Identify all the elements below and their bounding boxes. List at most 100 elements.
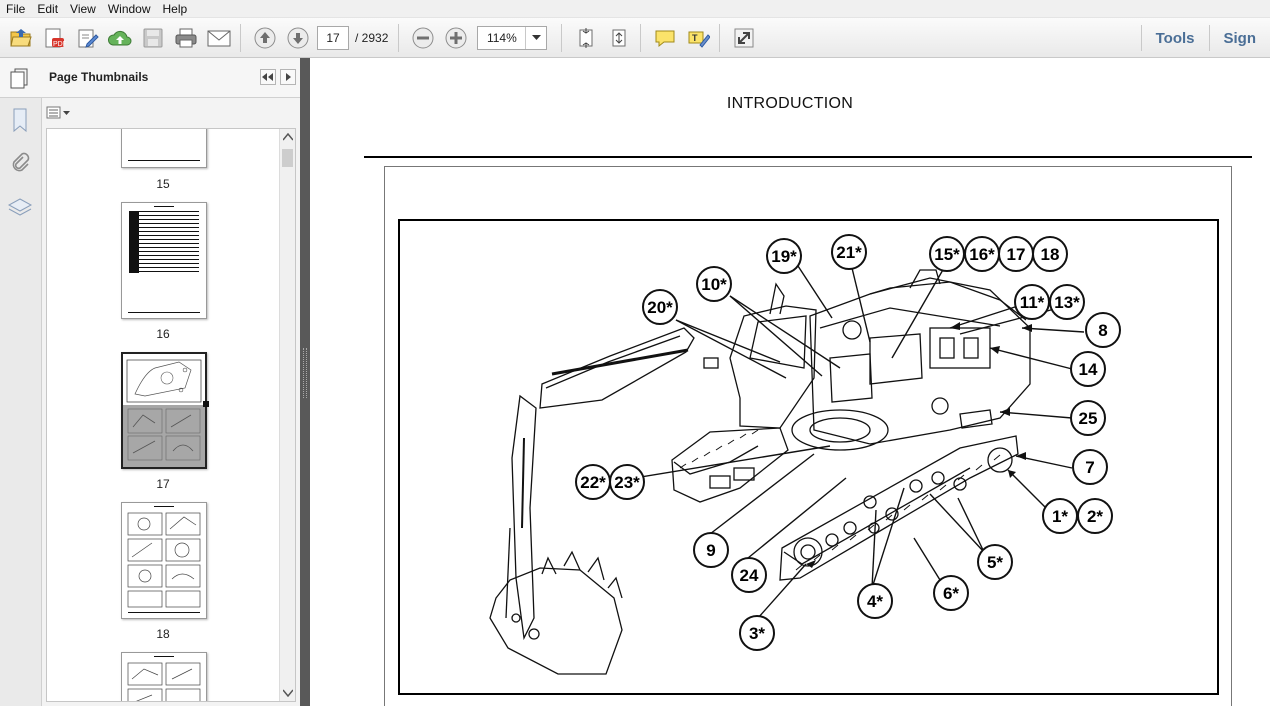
create-pdf-button[interactable]: PDF xyxy=(39,23,69,53)
thumbnail-page-label: 15 xyxy=(156,177,170,191)
bookmark-icon xyxy=(13,108,27,133)
arrow-up-circle-icon xyxy=(254,27,276,48)
svg-text:PDF: PDF xyxy=(53,41,66,48)
callout-label: 14 xyxy=(1079,360,1098,379)
thumbnails-panel: Page Thumbnails 15 16 17 18 xyxy=(0,58,300,706)
excavator-drawing xyxy=(489,269,1031,675)
menu-view[interactable]: View xyxy=(64,0,102,18)
open-file-button[interactable] xyxy=(6,23,36,53)
callout-label: 1* xyxy=(1052,507,1068,526)
fit-page-icon xyxy=(579,27,593,48)
thumbnail-options-button[interactable] xyxy=(46,104,74,122)
navigation-pane-strip xyxy=(0,58,42,706)
tools-link[interactable]: Tools xyxy=(1142,30,1209,47)
zoom-in-button[interactable] xyxy=(441,23,471,53)
minus-circle-icon xyxy=(412,27,434,48)
thumbnail-page[interactable] xyxy=(121,652,207,701)
callout-label: 6* xyxy=(943,584,959,603)
email-button[interactable] xyxy=(204,23,234,53)
callout-label: 10* xyxy=(701,275,727,294)
save-disk-icon xyxy=(143,28,163,47)
page-number-input[interactable]: 17 xyxy=(317,25,349,50)
menu-window[interactable]: Window xyxy=(102,0,157,18)
save-button[interactable] xyxy=(138,23,168,53)
attachments-tab[interactable] xyxy=(6,150,34,178)
callout-label: 2* xyxy=(1087,507,1103,526)
callout-14: 14 xyxy=(1070,351,1106,387)
zoom-out-button[interactable] xyxy=(408,23,438,53)
menu-bar: File Edit View Window Help xyxy=(0,0,1270,18)
thumbnail-list[interactable]: 15 16 17 18 xyxy=(46,128,296,702)
callout-19: 19* xyxy=(766,238,802,274)
edit-pdf-button[interactable] xyxy=(72,23,102,53)
thumbnail-scrollbar[interactable] xyxy=(279,129,295,701)
panel-splitter[interactable] xyxy=(300,58,310,706)
callout-label: 21* xyxy=(836,243,862,262)
scroll-down-icon[interactable] xyxy=(283,689,293,697)
menu-file[interactable]: File xyxy=(0,0,31,18)
panel-menu-button[interactable] xyxy=(280,69,296,85)
callout-label: 24 xyxy=(740,566,759,585)
thumbnail-page[interactable] xyxy=(121,502,207,619)
callout-16: 16* xyxy=(964,236,1000,272)
cloud-upload-button[interactable] xyxy=(105,23,135,53)
callout-13: 13* xyxy=(1049,284,1085,320)
zoom-value: 114% xyxy=(478,26,527,49)
fit-width-icon xyxy=(612,29,626,46)
thumbnails-header: Page Thumbnails xyxy=(0,58,300,98)
excavator-diagram: 19* 21* 15* 16* 17 18 10* 11* 13* 20* 8 … xyxy=(489,234,1121,675)
highlighter-icon: T xyxy=(688,31,711,48)
callout-label: 19* xyxy=(771,247,797,266)
arrow-down-circle-icon xyxy=(287,27,309,48)
scroll-up-icon[interactable] xyxy=(283,133,293,141)
menu-help[interactable]: Help xyxy=(157,0,194,18)
layers-tab[interactable] xyxy=(6,194,34,222)
callout-21: 21* xyxy=(831,234,867,270)
callout-2: 2* xyxy=(1077,498,1113,534)
thumbnail-page[interactable] xyxy=(121,129,207,168)
callout-label: 15* xyxy=(934,245,960,264)
expand-button[interactable] xyxy=(729,23,759,53)
menu-edit[interactable]: Edit xyxy=(31,0,64,18)
scrollbar-thumb[interactable] xyxy=(282,149,293,167)
right-links: Tools Sign xyxy=(1140,18,1270,58)
leader-arrows xyxy=(806,322,1032,568)
previous-page-button[interactable] xyxy=(250,23,280,53)
comment-button[interactable] xyxy=(650,23,680,53)
callout-label: 20* xyxy=(647,298,673,317)
print-button[interactable] xyxy=(171,23,201,53)
thumbnails-title: Page Thumbnails xyxy=(49,70,149,84)
document-view[interactable]: INTRODUCTION 19* 21* 15* 16* 17 18 10* 1… xyxy=(310,58,1270,706)
thumbnail-page-selected[interactable] xyxy=(121,352,209,469)
callout-label: 16* xyxy=(969,245,995,264)
paperclip-icon xyxy=(12,152,30,172)
thumbnail-page-label: 17 xyxy=(156,477,170,491)
fit-width-button[interactable] xyxy=(604,23,634,53)
thumbnail-page-label: 16 xyxy=(156,327,170,341)
callout-label: 4* xyxy=(867,592,883,611)
callout-label: 22* xyxy=(580,473,606,492)
speech-bubble-icon xyxy=(655,30,675,47)
collapse-panel-button[interactable] xyxy=(260,69,276,85)
cloud-upload-icon xyxy=(107,30,132,45)
toolbar-separator xyxy=(398,23,400,52)
thumbnail-page-label: 18 xyxy=(156,627,170,641)
fit-page-button[interactable] xyxy=(571,23,601,53)
callout-label: 3* xyxy=(749,624,765,643)
svg-text:T: T xyxy=(692,33,698,43)
callout-5: 5* xyxy=(977,544,1013,580)
zoom-select[interactable]: 114% xyxy=(477,25,548,50)
callout-15: 15* xyxy=(929,236,965,272)
sign-link[interactable]: Sign xyxy=(1210,30,1270,47)
bookmarks-tab[interactable] xyxy=(6,106,34,134)
callout-10: 10* xyxy=(696,266,732,302)
callout-label: 5* xyxy=(987,553,1003,572)
callout-label: 25 xyxy=(1079,409,1098,428)
callout-label: 17 xyxy=(1007,245,1026,264)
callout-22: 22* xyxy=(575,464,611,500)
next-page-button[interactable] xyxy=(283,23,313,53)
highlight-button[interactable]: T xyxy=(683,23,713,53)
zoom-dropdown-button[interactable] xyxy=(526,27,546,49)
thumbnail-page[interactable] xyxy=(121,202,207,319)
chevron-down-icon xyxy=(531,34,541,40)
